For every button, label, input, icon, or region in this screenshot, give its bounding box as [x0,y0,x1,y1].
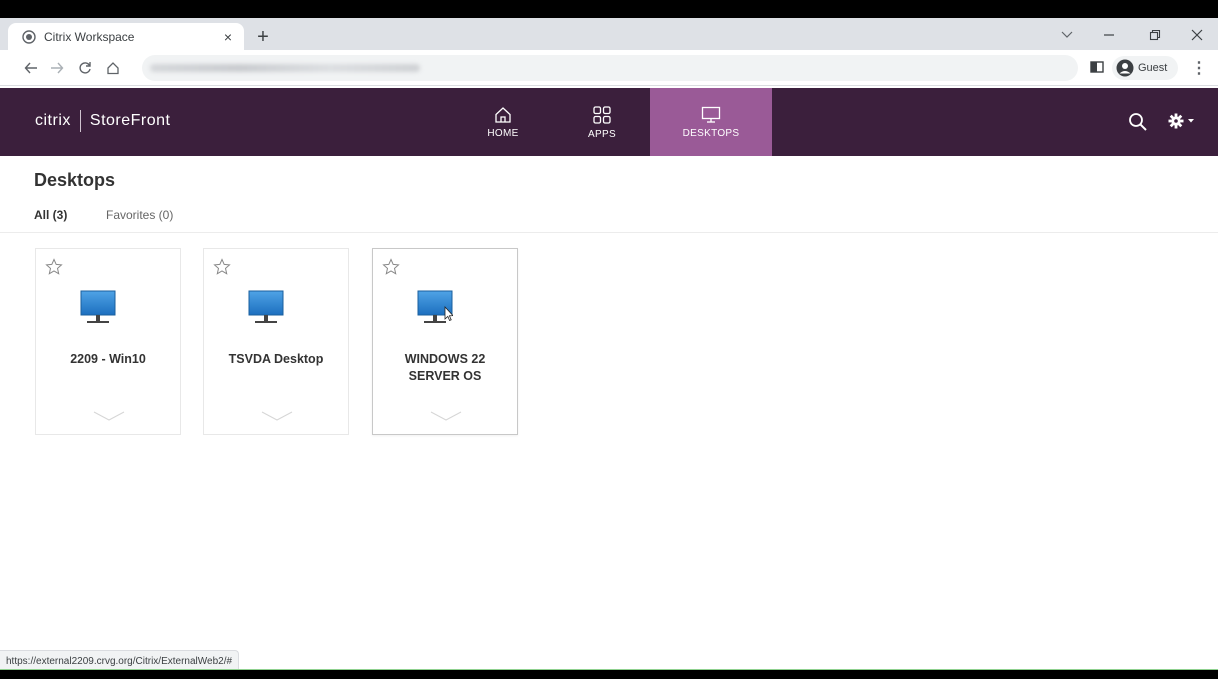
filter-all[interactable]: All (3) [34,208,67,222]
brand-divider [79,110,81,132]
content-divider [0,232,1218,233]
desktop-monitor-icon [80,290,116,323]
nav-desktops[interactable]: DESKTOPS [650,88,772,156]
close-window-icon[interactable] [1180,24,1214,46]
nav-apps[interactable]: APPS [572,88,632,156]
desktop-icon [701,106,721,123]
toolbar: Guest ⋮ [0,50,1218,86]
browser-window: Citrix Workspace × + Guest ⋮ citrix Stor… [0,18,1218,670]
tab-close-icon[interactable]: × [218,27,238,47]
chevron-down-icon[interactable] [92,409,126,423]
favorite-star-icon[interactable] [213,258,231,276]
caret-down-icon [1188,119,1194,123]
desktop-card[interactable]: 2209 - Win10 [35,248,181,435]
back-icon[interactable] [20,57,42,79]
more-menu-icon[interactable]: ⋮ [1190,57,1208,79]
nav-desktops-label: DESKTOPS [682,127,740,139]
filter-favorites[interactable]: Favorites (0) [106,208,173,222]
storefront-header: citrix StoreFront HOME APPS DESKTOPS [0,88,1218,156]
reload-icon[interactable] [74,57,96,79]
new-tab-button[interactable]: + [252,26,274,48]
bottom-edge [0,669,1218,670]
desktop-card[interactable]: TSVDA Desktop [203,248,349,435]
restore-icon[interactable] [1138,24,1172,46]
tab-title: Citrix Workspace [44,29,135,44]
nav-home-label: HOME [487,127,519,139]
nav-apps-label: APPS [588,128,616,140]
brand-storefront: StoreFront [89,112,171,129]
citrix-favicon-icon [22,29,36,44]
favorite-star-icon[interactable] [45,258,63,276]
tab-strip: Citrix Workspace × + [0,18,1218,50]
forward-icon[interactable] [46,57,68,79]
favorite-star-icon[interactable] [382,258,400,276]
user-avatar-icon [1116,59,1134,77]
desktop-card-label: WINDOWS 22 SERVER OS [404,352,486,383]
address-bar[interactable] [142,55,1078,81]
minimize-icon[interactable] [1092,24,1126,46]
brand-logo: citrix StoreFront [35,110,170,132]
home-browser-icon[interactable] [102,57,124,79]
nav-home[interactable]: HOME [472,88,534,156]
home-icon [495,106,511,123]
gear-icon [1168,113,1184,129]
page-title: Desktops [34,170,116,190]
profile-label: Guest [1138,62,1168,74]
chevron-down-icon[interactable] [429,409,463,423]
tab-search-icon[interactable] [1050,24,1084,46]
desktop-card-label: TSVDA Desktop [228,352,324,366]
side-panel-icon[interactable] [1090,60,1104,74]
blurred-url [150,64,420,72]
brand-citrix: citrix [35,112,71,129]
search-icon[interactable] [1128,112,1148,132]
profile-button[interactable]: Guest [1112,56,1178,80]
desktop-monitor-icon [248,290,284,323]
status-bar-url: https://external2209.crvg.org/Citrix/Ext… [0,650,240,670]
desktop-card[interactable]: WINDOWS 22 SERVER OS [372,248,518,435]
apps-grid-icon [593,105,611,124]
chevron-down-icon[interactable] [260,409,294,423]
desktop-card-label: 2209 - Win10 [70,352,146,366]
settings-menu[interactable] [1168,110,1195,132]
desktop-monitor-icon [417,290,453,323]
browser-tab[interactable]: Citrix Workspace × [8,23,244,50]
